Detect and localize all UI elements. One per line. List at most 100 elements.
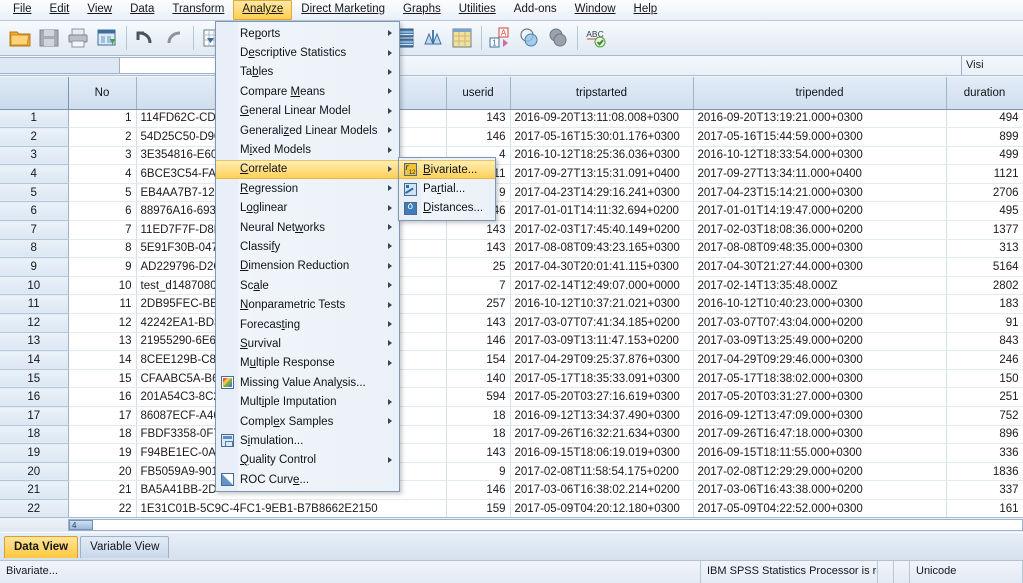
- cell-userid[interactable]: 154: [446, 350, 511, 370]
- table-row[interactable]: 14 14 8CEE129B-C80 154 2017-04-29T09:25:37.8…: [0, 350, 1023, 370]
- cell-userid[interactable]: 18: [446, 406, 511, 426]
- cell-duration[interactable]: 150: [946, 369, 1023, 389]
- cell-userid[interactable]: 146: [446, 480, 511, 500]
- cell-tripended[interactable]: 2016-10-12T18:33:54.000+0300: [693, 146, 947, 166]
- analyze-menu-item-quality-control[interactable]: Quality Control: [216, 451, 399, 470]
- analyze-menu-item-complex-samples[interactable]: Complex Samples: [216, 412, 399, 431]
- menu-analyze[interactable]: Analyze: [233, 0, 293, 20]
- cell-tripended[interactable]: 2017-05-20T03:31:27.000+0300: [693, 387, 947, 407]
- cell-duration[interactable]: 899: [946, 127, 1023, 147]
- row-header-cell[interactable]: 8: [0, 239, 69, 259]
- analyze-menu-item-loglinear[interactable]: Loglinear: [216, 199, 399, 218]
- redo-icon[interactable]: [160, 24, 187, 53]
- cell-tripstarted[interactable]: 2017-05-17T18:35:33.091+0300: [510, 369, 694, 389]
- analyze-menu-item-tables[interactable]: Tables: [216, 63, 399, 82]
- cell-duration[interactable]: 499: [946, 146, 1023, 166]
- cell-tripstarted[interactable]: 2017-02-03T17:45:40.149+0200: [510, 220, 694, 240]
- cell-tripstarted[interactable]: 2017-04-29T09:25:37.876+0300: [510, 350, 694, 370]
- cell-no[interactable]: 6: [68, 201, 137, 222]
- column-header-duration[interactable]: duration: [946, 77, 1023, 110]
- cell-tripstarted[interactable]: 2017-05-16T15:30:01.176+0300: [510, 127, 694, 147]
- cell-tripended[interactable]: 2017-03-07T07:43:04.000+0200: [693, 313, 947, 333]
- cell-tripstarted[interactable]: 2017-03-07T07:41:34.185+0200: [510, 313, 694, 333]
- row-header-cell[interactable]: 9: [0, 257, 69, 277]
- cell-no[interactable]: 17: [68, 406, 137, 426]
- cell-no[interactable]: 12: [68, 313, 137, 333]
- table-row[interactable]: 4 4 6BCE3C54-FA 11 2017-09-27T13:15:31.091+0…: [0, 164, 1023, 184]
- cell-tripended[interactable]: 2017-04-30T21:27:44.000+0300: [693, 257, 947, 277]
- menu-utilities[interactable]: Utilities: [450, 0, 505, 20]
- column-header-no[interactable]: No: [68, 77, 137, 110]
- table-row[interactable]: 15 15 CFAABC5A-B6 140 2017-05-17T18:35:33.09…: [0, 369, 1023, 389]
- row-header-cell[interactable]: 14: [0, 350, 69, 370]
- cell-tripstarted[interactable]: 2016-09-20T13:11:08.008+0300: [510, 109, 694, 129]
- cell-tripended[interactable]: 2017-05-17T18:38:02.000+0300: [693, 369, 947, 389]
- cell-tripstarted[interactable]: 2017-01-01T14:11:32.694+0200: [510, 201, 694, 222]
- cell-tripstarted[interactable]: 2017-09-26T16:32:21.634+0300: [510, 425, 694, 445]
- cell-tripstarted[interactable]: 2017-08-08T09:43:23.165+0300: [510, 239, 694, 259]
- analyze-menu-item-compare-means[interactable]: Compare Means: [216, 82, 399, 101]
- cell-tripended[interactable]: 2016-09-15T18:11:55.000+0300: [693, 443, 947, 463]
- row-header-cell[interactable]: 12: [0, 313, 69, 333]
- cell-duration[interactable]: 1121: [946, 164, 1023, 184]
- row-header-cell[interactable]: 7: [0, 220, 69, 240]
- analyze-menu-item-survival[interactable]: Survival: [216, 334, 399, 353]
- cell-userid[interactable]: 7: [446, 276, 511, 296]
- cell-tripstarted[interactable]: 2016-09-15T18:06:19.019+0300: [510, 443, 694, 463]
- cell-tripended[interactable]: 2017-04-29T09:29:46.000+0300: [693, 350, 947, 370]
- analyze-menu-item-classify[interactable]: Classify: [216, 237, 399, 256]
- cell-tripstarted[interactable]: 2016-10-12T18:25:36.036+0300: [510, 146, 694, 166]
- analyze-menu-item-multiple-imputation[interactable]: Multiple Imputation: [216, 392, 399, 411]
- cell-tripended[interactable]: 2017-02-08T12:29:29.000+0200: [693, 462, 947, 482]
- cell-duration[interactable]: 313: [946, 239, 1023, 259]
- cell-tripended[interactable]: 2017-09-27T13:34:11.000+0400: [693, 164, 947, 184]
- tab-variable-view[interactable]: Variable View: [80, 536, 170, 558]
- correlate-submenu[interactable]: Bivariate... Partial... Distances...: [398, 157, 496, 222]
- cell-duration[interactable]: 896: [946, 425, 1023, 445]
- table-row[interactable]: 18 18 FBDF3358-0F7 18 2017-09-26T16:32:21.63…: [0, 425, 1023, 445]
- table-row[interactable]: 12 12 42242EA1-BD3 143 2017-03-07T07:41:34.1…: [0, 313, 1023, 333]
- cell-duration[interactable]: 337: [946, 480, 1023, 500]
- row-header-cell[interactable]: 17: [0, 406, 69, 426]
- row-header-cell[interactable]: 19: [0, 443, 69, 463]
- row-header-cell[interactable]: 15: [0, 369, 69, 389]
- cell-no[interactable]: 9: [68, 257, 137, 277]
- cell-duration[interactable]: 494: [946, 109, 1023, 129]
- cell-tripstarted[interactable]: 2017-04-23T14:29:16.241+0300: [510, 183, 694, 203]
- cell-no[interactable]: 5: [68, 183, 137, 203]
- row-header-cell[interactable]: 2: [0, 127, 69, 147]
- cell-tripended[interactable]: 2017-09-26T16:47:18.000+0300: [693, 425, 947, 445]
- table-row[interactable]: 3 3 3E354816-E60 4 2016-10-12T18:25:36.036+0…: [0, 146, 1023, 166]
- row-header-cell[interactable]: 11: [0, 294, 69, 315]
- table-row[interactable]: 9 9 AD229796-D26 25 2017-04-30T20:01:41.115+…: [0, 257, 1023, 277]
- analyze-menu-item-roc-curve[interactable]: ROC Curve...: [216, 470, 399, 489]
- cell-no[interactable]: 8: [68, 239, 137, 259]
- table-row[interactable]: 22 22 1E31C01B-5C9C-4FC1-9EB1-B7B8662E2150…: [0, 499, 1023, 519]
- cell-no[interactable]: 15: [68, 369, 137, 389]
- cell-userid[interactable]: 9: [446, 462, 511, 482]
- cell-tripstarted[interactable]: 2017-05-20T03:27:16.619+0300: [510, 387, 694, 407]
- variable-name-box[interactable]: [0, 57, 120, 74]
- table-row[interactable]: 8 8 5E91F30B-047 143 2017-08-08T09:43:23.165…: [0, 239, 1023, 259]
- cell-tripstarted[interactable]: 2017-03-09T13:11:47.153+0200: [510, 332, 694, 352]
- cell-duration[interactable]: 183: [946, 294, 1023, 315]
- cell-tripended[interactable]: 2017-04-23T15:14:21.000+0300: [693, 183, 947, 203]
- cell-duration[interactable]: 5164: [946, 257, 1023, 277]
- table-row[interactable]: 5 5 EB4AA7B7-125 9 2017-04-23T14:29:16.241+0…: [0, 183, 1023, 203]
- cell-tripended[interactable]: 2017-08-08T09:48:35.000+0300: [693, 239, 947, 259]
- cell-no[interactable]: 22: [68, 499, 137, 519]
- cell-userid[interactable]: 146: [446, 127, 511, 147]
- use-variable-sets-icon[interactable]: [515, 24, 542, 53]
- cell-duration[interactable]: 91: [946, 313, 1023, 333]
- table-row[interactable]: 21 21 BA5A41BB-2D 146 2017-03-06T16:38:02.21…: [0, 480, 1023, 500]
- analyze-menu-item-mixed-models[interactable]: Mixed Models: [216, 140, 399, 159]
- menu-direct-marketing[interactable]: Direct Marketing: [292, 0, 394, 20]
- row-header-cell[interactable]: 6: [0, 201, 69, 222]
- column-header-tripstarted[interactable]: tripstarted: [510, 77, 694, 110]
- cell-tripstarted[interactable]: 2017-02-14T12:49:07.000+0000: [510, 276, 694, 296]
- cell-userid[interactable]: 140: [446, 369, 511, 389]
- save-icon[interactable]: [35, 24, 62, 53]
- cell-tripstarted[interactable]: 2017-09-27T13:15:31.091+0400: [510, 164, 694, 184]
- table-row[interactable]: 17 17 86087ECF-A46 18 2016-09-12T13:34:37.49…: [0, 406, 1023, 426]
- menu-file[interactable]: File: [4, 0, 41, 20]
